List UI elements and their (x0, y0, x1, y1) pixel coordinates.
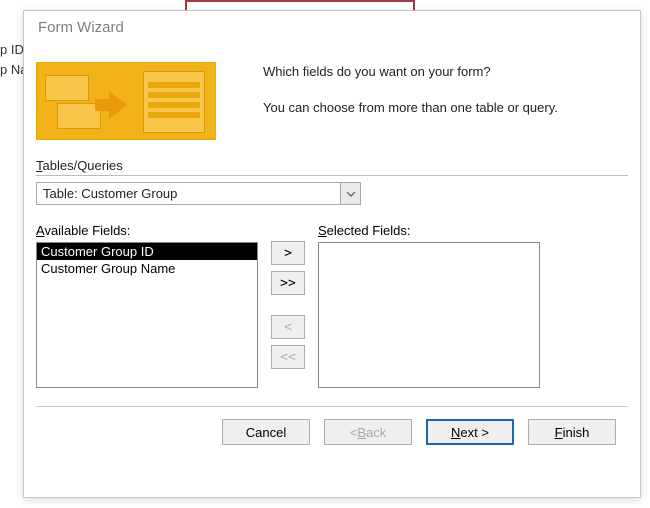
combo-dropdown-button[interactable] (340, 183, 360, 204)
chevron-down-icon (346, 191, 356, 197)
add-all-fields-button[interactable]: >> (271, 271, 305, 295)
back-button: < Back (324, 419, 412, 445)
remove-all-fields-button: << (271, 345, 305, 369)
available-fields-listbox[interactable]: Customer Group IDCustomer Group Name (36, 242, 258, 388)
wizard-button-row: Cancel < Back Next > Finish (36, 407, 628, 445)
dialog-title: Form Wizard (24, 11, 640, 46)
remove-field-button: < (271, 315, 305, 339)
list-item[interactable]: Customer Group ID (37, 243, 257, 260)
intro-line-1: Which fields do you want on your form? (263, 62, 558, 82)
selected-fields-listbox[interactable] (318, 242, 540, 388)
list-item[interactable]: Customer Group Name (37, 260, 257, 277)
intro-text: Which fields do you want on your form? Y… (251, 56, 558, 146)
form-wizard-dialog: Form Wizard Which fields d (23, 10, 641, 498)
add-field-button[interactable]: > (271, 241, 305, 265)
divider (36, 175, 628, 176)
selected-fields-label: Selected Fields: (318, 223, 540, 238)
cancel-button[interactable]: Cancel (222, 419, 310, 445)
next-button[interactable]: Next > (426, 419, 514, 445)
tables-queries-label: Tables/Queries (36, 158, 628, 173)
finish-button[interactable]: Finish (528, 419, 616, 445)
combo-value: Table: Customer Group (37, 183, 340, 204)
intro-line-2: You can choose from more than one table … (263, 98, 558, 118)
wizard-graphic (36, 56, 251, 146)
available-fields-label: Available Fields: (36, 223, 258, 238)
tables-queries-combo[interactable]: Table: Customer Group (36, 182, 361, 205)
